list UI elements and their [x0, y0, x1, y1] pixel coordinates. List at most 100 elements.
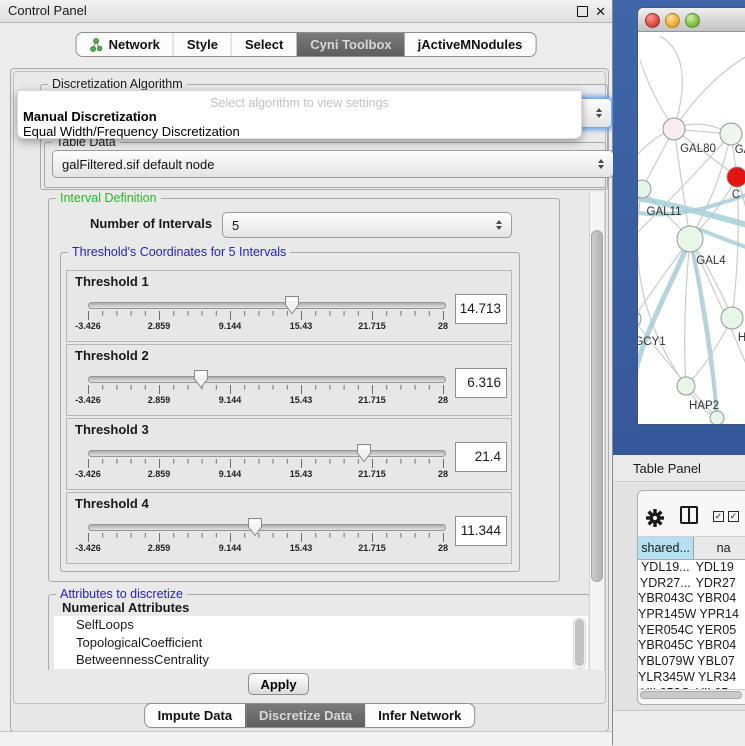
table-data-combo-value: galFiltered.sif default node	[62, 157, 214, 172]
network-node[interactable]	[710, 411, 724, 424]
slider-ticks	[87, 385, 445, 396]
menu-item-equal-width-frequency-discretization[interactable]: Equal Width/Frequency Discretization	[18, 124, 581, 139]
network-node-gcy1[interactable]	[638, 311, 641, 327]
table-cell[interactable]: YDR27	[693, 576, 745, 592]
checkbox-icon[interactable]: ✓	[713, 511, 724, 522]
slider-tick-label: 15.43	[290, 395, 313, 405]
threshold-value-input[interactable]: 21.4	[455, 442, 507, 472]
minimize-traffic-light-icon[interactable]	[665, 13, 680, 28]
split-columns-icon[interactable]	[680, 506, 698, 524]
slider-tick-label: 28	[438, 321, 448, 331]
gear-icon[interactable]	[646, 509, 664, 527]
tab-label: Infer Network	[378, 708, 461, 723]
table-cell[interactable]: YBR045C	[638, 638, 694, 654]
slider-thumb[interactable]	[193, 369, 209, 389]
table-cell[interactable]: YER05	[694, 623, 745, 639]
num-intervals-combo[interactable]: 5	[222, 212, 512, 238]
table-row[interactable]: YPR145WYPR14	[638, 607, 745, 623]
tab-impute-data[interactable]: Impute Data	[145, 704, 245, 727]
tab-style[interactable]: Style	[173, 33, 231, 56]
network-node-c[interactable]	[727, 167, 745, 187]
table-cell[interactable]: YBR04	[694, 638, 745, 654]
table-row[interactable]: YLR345WYLR34	[638, 670, 745, 686]
table-hscrollbar[interactable]	[638, 689, 745, 700]
table-cell[interactable]: YBL07	[694, 654, 745, 670]
threshold-value-input[interactable]: 6.316	[455, 368, 507, 398]
scrollbar-thumb[interactable]	[591, 230, 603, 582]
tab-network[interactable]: Network	[77, 33, 173, 56]
node-label: GAL80	[680, 143, 716, 155]
threshold-title: Threshold 2	[75, 348, 149, 363]
table-row[interactable]: YBR043CYBR04	[638, 591, 745, 607]
apply-button[interactable]: Apply	[248, 673, 309, 695]
network-node-gal80[interactable]	[663, 118, 685, 140]
tab-select[interactable]: Select	[231, 33, 296, 56]
list-item-topologicalcoefficient[interactable]: TopologicalCoefficient	[54, 634, 588, 652]
table-cell[interactable]: YLR34	[695, 670, 745, 686]
table-cell[interactable]: YPR14	[696, 607, 745, 623]
slider-track[interactable]	[88, 524, 446, 531]
table-cell[interactable]: YBL079W	[638, 654, 694, 670]
network-window-titlebar[interactable]	[638, 8, 745, 32]
close-traffic-light-icon[interactable]	[645, 13, 660, 28]
discretize-panel: Discretization Algorithm Table Data galF…	[13, 71, 606, 704]
cyni-bottom-tabbar: Impute DataDiscretize Data Infer Network	[144, 703, 476, 728]
zoom-traffic-light-icon[interactable]	[685, 13, 700, 28]
numerical-attributes-list: SelfLoopsTopologicalCoefficientBetweenne…	[54, 616, 588, 669]
slider-thumb[interactable]	[356, 443, 372, 463]
scrollbar-thumb[interactable]	[640, 691, 742, 699]
table-cell[interactable]: YBR043C	[638, 591, 694, 607]
table-cell[interactable]: YBR04	[694, 591, 745, 607]
table-cell[interactable]: YER054C	[638, 623, 694, 639]
list-item-betweennesscentrality[interactable]: BetweennessCentrality	[54, 651, 588, 669]
threshold-value-input[interactable]: 14.713	[455, 294, 507, 324]
slider-track[interactable]	[88, 376, 446, 383]
table-data-combo[interactable]: galFiltered.sif default node	[52, 150, 614, 178]
network-edge	[640, 60, 674, 129]
tab-discretize-data[interactable]: Discretize Data	[245, 704, 365, 727]
slider-ticks	[87, 311, 445, 322]
tab-cyni-toolbox[interactable]: Cyni Toolbox	[296, 33, 404, 56]
network-canvas[interactable]: GAL80GACGAL11GAL4GCY1HHAP2	[638, 32, 745, 424]
scrollbar-thumb[interactable]	[575, 619, 584, 666]
column-header-2[interactable]: na	[694, 537, 745, 559]
table-row[interactable]: YBR045CYBR04	[638, 638, 745, 654]
table-cell[interactable]: YLR345W	[638, 670, 695, 686]
close-icon[interactable]: ✕	[595, 5, 606, 18]
table-row[interactable]: YBL079WYBL07	[638, 654, 745, 670]
table-row[interactable]: YDL19...YDL19	[638, 560, 745, 576]
tab-infer-network[interactable]: Infer Network	[365, 704, 474, 727]
slider-track[interactable]	[88, 302, 446, 309]
table-header: shared...na	[638, 537, 745, 560]
slider-track[interactable]	[88, 450, 446, 457]
checkbox-icon[interactable]: ✓	[728, 511, 739, 522]
menu-item-manual-discretization[interactable]: Manual Discretization	[18, 109, 581, 124]
slider-tick-label: -3.426	[75, 395, 101, 405]
slider-tick-label: 21.715	[358, 395, 386, 405]
slider-tick-label: 9.144	[219, 395, 242, 405]
table-row[interactable]: YDR27...YDR27	[638, 576, 745, 592]
table-cell[interactable]: YDR27...	[638, 576, 693, 592]
network-node-h[interactable]	[721, 307, 743, 329]
slider-thumb[interactable]	[247, 517, 263, 537]
column-header-1[interactable]: shared...	[638, 537, 694, 559]
float-window-icon[interactable]	[577, 6, 588, 17]
network-node-hap2[interactable]	[677, 377, 695, 395]
list-item-selfloops[interactable]: SelfLoops	[54, 616, 588, 634]
slider-thumb[interactable]	[284, 295, 300, 315]
network-node-gal11[interactable]	[638, 180, 651, 198]
table-row[interactable]: YER054CYER05	[638, 623, 745, 639]
spinner-arrows-icon	[596, 108, 602, 118]
table-cell[interactable]: YPR145W	[638, 607, 696, 623]
slider-tick-label: 2.859	[148, 395, 171, 405]
list-scrollbar[interactable]	[573, 618, 586, 669]
slider-tick-label: 15.43	[290, 543, 313, 553]
panel-scrollbar[interactable]	[589, 192, 605, 670]
network-node-gal4[interactable]	[677, 226, 703, 252]
table-cell[interactable]: YDL19	[693, 560, 745, 576]
threshold-value-input[interactable]: 11.344	[455, 516, 507, 546]
network-node-ga[interactable]	[720, 123, 742, 145]
tab-jactivemnodules[interactable]: jActiveMNodules	[405, 33, 536, 56]
table-cell[interactable]: YDL19...	[638, 560, 693, 576]
group-title-interval-definition: Interval Definition	[56, 191, 161, 205]
